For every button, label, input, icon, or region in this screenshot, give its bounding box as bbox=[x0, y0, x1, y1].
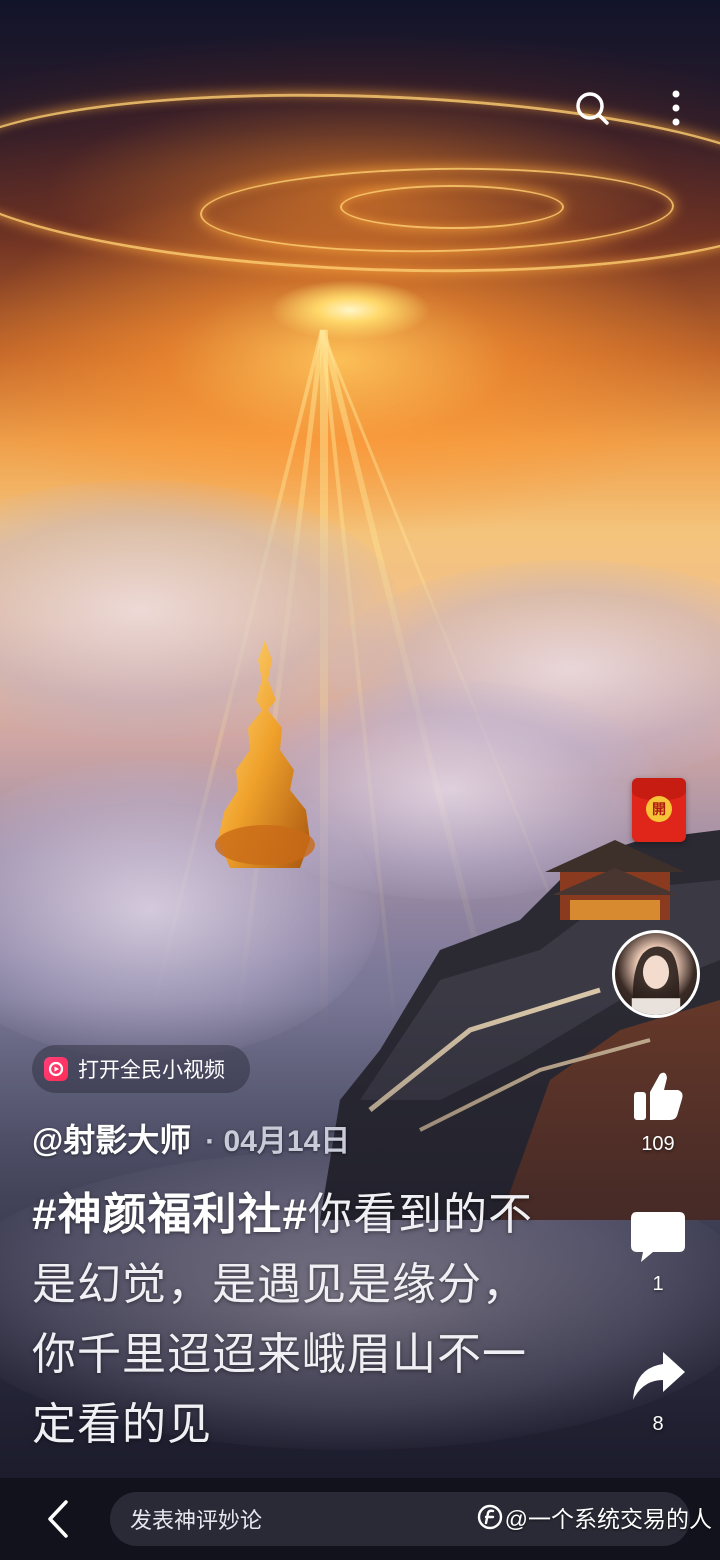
chevron-left-icon[interactable] bbox=[40, 1498, 80, 1540]
topic-tag[interactable]: #神颜福利社# bbox=[32, 1190, 308, 1239]
comment-placeholder: 发表神评妙论 bbox=[130, 1508, 263, 1533]
open-app-label: 打开全民小视频 bbox=[78, 1059, 225, 1082]
open-app-button[interactable]: 打开全民小视频 bbox=[32, 1045, 250, 1093]
share-button[interactable]: 8 bbox=[625, 1350, 691, 1436]
red-packet-button[interactable]: 開 bbox=[632, 778, 686, 842]
comment-button[interactable]: 1 bbox=[625, 1208, 691, 1296]
author-avatar[interactable] bbox=[612, 930, 700, 1018]
share-count: 8 bbox=[652, 1413, 664, 1435]
search-icon[interactable] bbox=[572, 88, 612, 128]
golden-buddha-statue bbox=[215, 640, 315, 868]
more-vertical-icon[interactable] bbox=[656, 88, 696, 128]
comment-icon bbox=[631, 1212, 685, 1262]
red-packet-label: 開 bbox=[646, 796, 672, 822]
cloud-ring-core bbox=[340, 185, 564, 229]
thumbs-up-icon bbox=[634, 1072, 683, 1120]
watermark-logo-icon bbox=[477, 1504, 502, 1530]
watermark: @一个系统交易的人 bbox=[477, 1500, 712, 1534]
bottom-bar: 发表神评妙论 @一个系统交易的人 bbox=[0, 1478, 720, 1560]
post-date: · 04月14日 bbox=[205, 1125, 351, 1158]
author-name[interactable]: @射影大师 bbox=[32, 1115, 191, 1161]
post-caption: #神颜福利社#你看到的不是幻觉，是遇见是缘分，你千里迢迢来峨眉山不一定看的见 bbox=[32, 1180, 552, 1460]
like-count: 109 bbox=[641, 1133, 675, 1155]
watermark-text: @一个系统交易的人 bbox=[504, 1506, 712, 1532]
quanmin-video-icon bbox=[44, 1057, 68, 1081]
share-arrow-icon bbox=[633, 1352, 685, 1400]
comment-count: 1 bbox=[652, 1273, 664, 1295]
post-meta: @射影大师 · 04月14日 bbox=[32, 1116, 350, 1160]
like-button[interactable]: 109 bbox=[625, 1068, 691, 1156]
avatar-portrait bbox=[631, 946, 681, 1015]
